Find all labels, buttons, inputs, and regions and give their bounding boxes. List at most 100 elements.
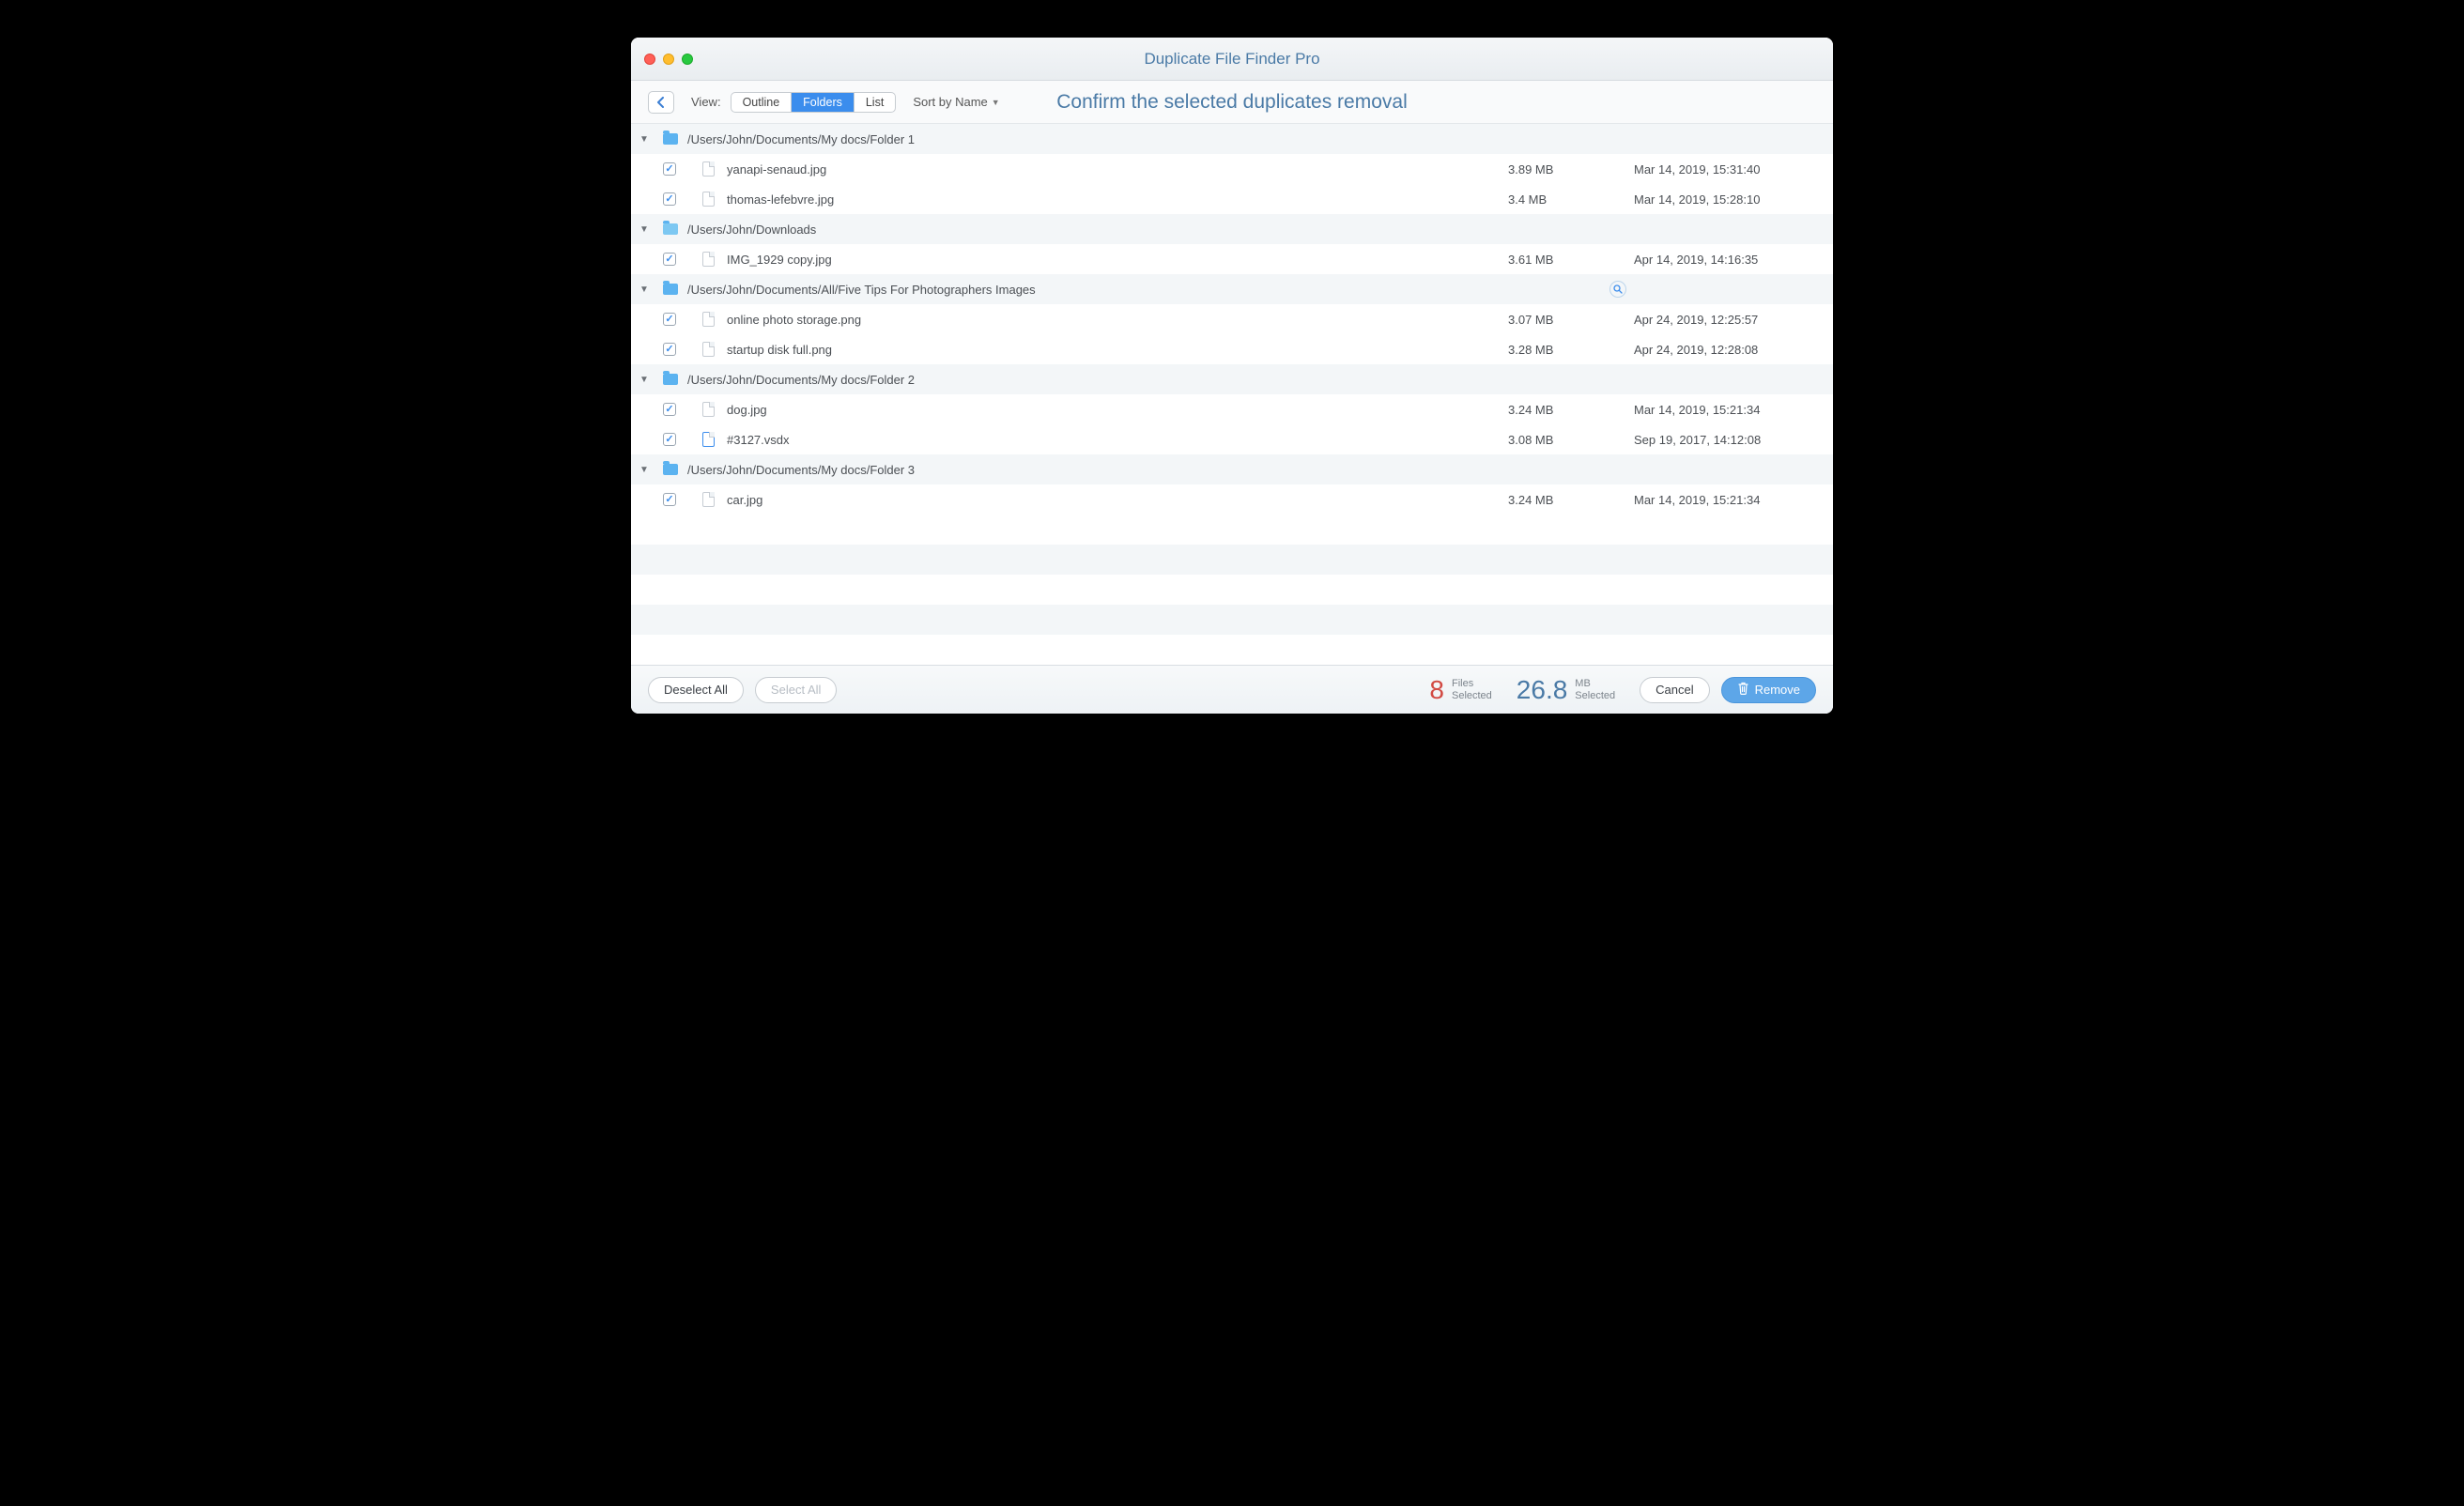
file-checkbox[interactable] [663, 192, 676, 206]
file-name: car.jpg [719, 493, 1508, 507]
sort-dropdown[interactable]: Sort by Name ▼ [913, 95, 999, 109]
view-folders-button[interactable]: Folders [791, 93, 854, 112]
file-name: online photo storage.png [719, 313, 1508, 327]
sort-label: Sort by Name [913, 95, 987, 109]
file-row[interactable]: IMG_1929 copy.jpg3.61 MBApr 14, 2019, 14… [631, 244, 1833, 274]
folder-icon [659, 284, 682, 295]
file-list: ▼ /Users/John/Documents/My docs/Folder 1 y… [631, 124, 1833, 515]
file-size: 3.89 MB [1508, 162, 1602, 177]
remove-label: Remove [1755, 683, 1800, 697]
size-value: 26.8 [1517, 675, 1568, 705]
file-date: Sep 19, 2017, 14:12:08 [1634, 433, 1822, 447]
disclosure-triangle-icon[interactable]: ▼ [631, 465, 657, 475]
files-unit: Files [1452, 678, 1492, 690]
folder-icon [659, 464, 682, 475]
file-checkbox[interactable] [663, 433, 676, 446]
file-name: dog.jpg [719, 403, 1508, 417]
file-icon [697, 161, 719, 177]
disclosure-triangle-icon[interactable]: ▼ [631, 284, 657, 295]
empty-row [631, 575, 1833, 605]
folder-path: /Users/John/Documents/All/Five Tips For … [682, 283, 1508, 297]
size-word: Selected [1575, 690, 1615, 702]
reveal-icon[interactable] [1609, 281, 1626, 298]
file-date: Mar 14, 2019, 15:31:40 [1634, 162, 1822, 177]
empty-row [631, 635, 1833, 665]
file-name: thomas-lefebvre.jpg [719, 192, 1508, 207]
folder-row[interactable]: ▼ /Users/John/Documents/My docs/Folder 3 [631, 454, 1833, 484]
folder-icon [659, 223, 682, 235]
file-icon [697, 252, 719, 267]
file-icon [697, 432, 719, 447]
file-checkbox[interactable] [663, 343, 676, 356]
folder-path: /Users/John/Documents/My docs/Folder 3 [682, 463, 1508, 477]
file-row[interactable]: online photo storage.png3.07 MBApr 24, 2… [631, 304, 1833, 334]
empty-stripes [631, 515, 1833, 665]
view-label: View: [691, 95, 721, 109]
file-row[interactable]: #3127.vsdx3.08 MB Sep 19, 2017, 14:12:08 [631, 424, 1833, 454]
app-window: Duplicate File Finder Pro View: Outline … [631, 38, 1833, 714]
minimize-window-button[interactable] [663, 54, 674, 65]
close-window-button[interactable] [644, 54, 655, 65]
window-title: Duplicate File Finder Pro [631, 50, 1833, 69]
empty-row [631, 515, 1833, 545]
file-row[interactable]: startup disk full.png3.28 MB Apr 24, 2019… [631, 334, 1833, 364]
traffic-lights [631, 54, 693, 65]
folder-row[interactable]: ▼ /Users/John/Documents/All/Five Tips For… [631, 274, 1833, 304]
empty-row [631, 545, 1833, 575]
view-list-button[interactable]: List [854, 93, 895, 112]
file-name: yanapi-senaud.jpg [719, 162, 1508, 177]
view-outline-button[interactable]: Outline [732, 93, 792, 112]
file-size: 3.24 MB [1508, 403, 1602, 417]
file-size: 3.28 MB [1508, 343, 1602, 357]
files-selected-stat: 8 Files Selected [1429, 675, 1491, 705]
zoom-window-button[interactable] [682, 54, 693, 65]
folder-row[interactable]: ▼ /Users/John/Documents/My docs/Folder 1 [631, 124, 1833, 154]
toolbar: View: Outline Folders List Sort by Name … [631, 81, 1833, 124]
file-checkbox[interactable] [663, 253, 676, 266]
disclosure-triangle-icon[interactable]: ▼ [631, 375, 657, 385]
footer: Deselect All Select All 8 Files Selected… [631, 665, 1833, 714]
remove-button[interactable]: Remove [1721, 677, 1816, 703]
file-size: 3.07 MB [1508, 313, 1602, 327]
folder-row[interactable]: ▼ /Users/John/Documents/My docs/Folder 2 [631, 364, 1833, 394]
file-row[interactable]: yanapi-senaud.jpg3.89 MB Mar 14, 2019, 15… [631, 154, 1833, 184]
file-name: startup disk full.png [719, 343, 1508, 357]
cancel-button[interactable]: Cancel [1640, 677, 1709, 703]
files-word: Selected [1452, 690, 1492, 702]
file-row[interactable]: dog.jpg3.24 MB Mar 14, 2019, 15:21:34 [631, 394, 1833, 424]
folder-path: /Users/John/Downloads [682, 223, 1508, 237]
disclosure-triangle-icon[interactable]: ▼ [631, 224, 657, 235]
file-date: Apr 24, 2019, 12:28:08 [1634, 343, 1822, 357]
file-name: #3127.vsdx [719, 433, 1508, 447]
title-bar: Duplicate File Finder Pro [631, 38, 1833, 81]
file-size: 3.08 MB [1508, 433, 1602, 447]
file-icon [697, 492, 719, 507]
file-name: IMG_1929 copy.jpg [719, 253, 1508, 267]
file-date: Mar 14, 2019, 15:28:10 [1634, 192, 1822, 207]
file-size: 3.61 MB [1508, 253, 1602, 267]
file-checkbox[interactable] [663, 493, 676, 506]
back-button[interactable] [648, 91, 674, 114]
file-checkbox[interactable] [663, 313, 676, 326]
empty-row [631, 605, 1833, 635]
file-checkbox[interactable] [663, 403, 676, 416]
file-date: Mar 14, 2019, 15:21:34 [1634, 403, 1822, 417]
disclosure-triangle-icon[interactable]: ▼ [631, 134, 657, 145]
files-count: 8 [1429, 675, 1444, 705]
folder-icon [659, 133, 682, 145]
file-size: 3.4 MB [1508, 192, 1602, 207]
folder-path: /Users/John/Documents/My docs/Folder 1 [682, 132, 1508, 146]
deselect-all-button[interactable]: Deselect All [648, 677, 744, 703]
file-row[interactable]: thomas-lefebvre.jpg3.4 MB Mar 14, 2019, 1… [631, 184, 1833, 214]
file-checkbox[interactable] [663, 162, 676, 176]
folder-path: /Users/John/Documents/My docs/Folder 2 [682, 373, 1508, 387]
file-icon [697, 312, 719, 327]
file-row[interactable]: car.jpg3.24 MBMar 14, 2019, 15:21:34 [631, 484, 1833, 515]
folder-icon [659, 374, 682, 385]
select-all-button[interactable]: Select All [755, 677, 837, 703]
size-selected-stat: 26.8 MB Selected [1517, 675, 1615, 705]
folder-row[interactable]: ▼ /Users/John/Downloads [631, 214, 1833, 244]
trash-icon [1737, 682, 1749, 698]
file-icon [697, 342, 719, 357]
chevron-down-icon: ▼ [992, 98, 1000, 107]
